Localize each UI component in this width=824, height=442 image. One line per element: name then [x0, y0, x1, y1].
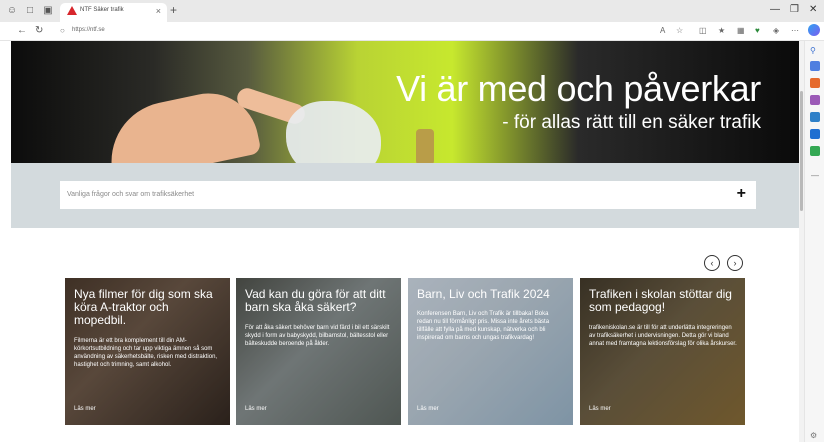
lock-icon[interactable]: ○ — [60, 26, 65, 35]
url-field[interactable]: ○ https://ntf.se — [56, 24, 636, 39]
hero-banner: Vi är med och påverkar - för allas rätt … — [11, 41, 799, 163]
url-text: https://ntf.se — [72, 27, 105, 33]
faq-section: Vanliga frågor och svar om trafiksäkerhe… — [11, 163, 799, 228]
news-card[interactable]: Vad kan du göra för att ditt barn ska åk… — [236, 278, 401, 425]
ntf-favicon-icon — [67, 6, 77, 15]
reflector-image — [286, 101, 381, 163]
edge-sidebar: ⚲ — ⚙ — [804, 41, 824, 442]
tab-ntf[interactable]: NTF Säker trafik × — [60, 3, 167, 22]
workspaces-icon[interactable]: □ — [24, 5, 36, 17]
refresh-icon[interactable]: ↻ — [35, 25, 43, 37]
favorites-icon[interactable]: ★ — [718, 26, 725, 36]
read-aloud-icon[interactable]: A — [660, 26, 665, 36]
tools-icon[interactable] — [810, 78, 820, 88]
split-screen-icon[interactable]: ◫ — [699, 26, 707, 36]
read-more-link[interactable]: Läs mer — [589, 406, 611, 412]
favorite-icon[interactable]: ☆ — [676, 26, 683, 36]
card-text: Filmerna är ett bra komplement till din … — [74, 338, 218, 368]
expand-plus-icon[interactable]: + — [737, 185, 746, 203]
drop-icon[interactable] — [810, 146, 820, 156]
carousel-prev-button[interactable]: ‹ — [704, 255, 720, 271]
tab-actions-icon[interactable]: ▣ — [42, 5, 54, 17]
card-title: Vad kan du göra för att ditt barn ska åk… — [245, 287, 386, 314]
minimize-button[interactable]: — — [770, 4, 780, 16]
tab-bar: ☺ □ ▣ NTF Säker trafik × + — ❐ ✕ — [0, 0, 824, 22]
address-bar: ← ↻ ○ https://ntf.se A ☆ ◫ ★ ▦ ♥ ◈ ⋯ — [0, 22, 824, 41]
card-text: trafikeniskolan.se är till för att under… — [589, 325, 737, 347]
read-more-link[interactable]: Läs mer — [417, 406, 439, 412]
read-more-link[interactable]: Läs mer — [245, 406, 267, 412]
restore-button[interactable]: ❐ — [790, 4, 799, 16]
performance-icon[interactable]: ♥ — [755, 26, 760, 36]
new-tab-button[interactable]: + — [170, 4, 177, 16]
copilot-icon[interactable] — [808, 24, 820, 36]
tab-close-icon[interactable]: × — [156, 6, 161, 16]
news-card[interactable]: Trafiken i skolan stöttar dig som pedago… — [580, 278, 745, 425]
collections-icon[interactable]: ▦ — [737, 26, 745, 36]
more-icon[interactable]: ⋯ — [791, 26, 799, 36]
card-title: Barn, Liv och Trafik 2024 — [417, 287, 550, 301]
news-card[interactable]: Nya filmer för dig som ska köra A-trakto… — [65, 278, 230, 425]
office-icon[interactable] — [810, 112, 820, 122]
outlook-icon[interactable] — [810, 129, 820, 139]
scroll-thumb[interactable] — [800, 91, 803, 211]
games-icon[interactable] — [810, 95, 820, 105]
sidebar-divider: — — [811, 171, 819, 180]
read-more-link[interactable]: Läs mer — [74, 406, 96, 412]
search-icon[interactable]: ⚲ — [810, 46, 816, 55]
tab-title: NTF Säker trafik — [80, 7, 124, 13]
close-window-button[interactable]: ✕ — [809, 4, 817, 16]
back-icon[interactable]: ← — [17, 25, 27, 37]
hero-subtitle: - för allas rätt till en säker trafik — [502, 112, 761, 133]
settings-icon[interactable]: ⚙ — [810, 431, 817, 440]
news-card[interactable]: Barn, Liv och Trafik 2024 Konferensen Ba… — [408, 278, 573, 425]
card-text: För att åka säkert behöver barn vid färd… — [245, 325, 390, 347]
shopping-icon[interactable] — [810, 61, 820, 71]
card-title: Trafiken i skolan stöttar dig som pedago… — [589, 287, 732, 314]
card-text: Konferensen Barn, Liv och Trafik är till… — [417, 311, 550, 341]
profile-icon[interactable]: ☺ — [6, 5, 18, 17]
faq-accordion[interactable]: Vanliga frågor och svar om trafiksäkerhe… — [60, 181, 756, 209]
extensions-icon[interactable]: ◈ — [773, 26, 779, 36]
faq-label: Vanliga frågor och svar om trafiksäkerhe… — [67, 191, 195, 198]
zipper-image — [416, 129, 434, 163]
hero-title: Vi är med och påverkar — [396, 68, 761, 109]
browser-window: ☺ □ ▣ NTF Säker trafik × + — ❐ ✕ ← ↻ ○ h… — [0, 0, 824, 442]
card-title: Nya filmer för dig som ska köra A-trakto… — [74, 287, 213, 327]
carousel-next-button[interactable]: › — [727, 255, 743, 271]
